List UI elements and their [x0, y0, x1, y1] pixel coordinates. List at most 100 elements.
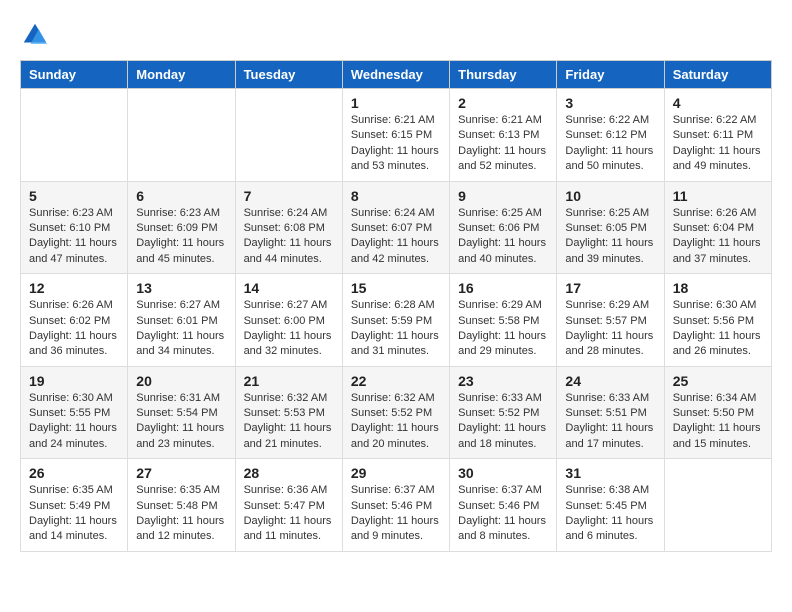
cell-content: Sunrise: 6:32 AM Sunset: 5:53 PM Dayligh…	[244, 391, 334, 453]
calendar-cell: 5 Sunrise: 6:23 AM Sunset: 6:10 PM Daylig…	[21, 181, 128, 274]
day-number: 26	[29, 465, 119, 481]
cell-content: Sunrise: 6:29 AM Sunset: 5:57 PM Dayligh…	[565, 298, 655, 360]
calendar-cell: 27 Sunrise: 6:35 AM Sunset: 5:48 PM Dayli…	[128, 459, 235, 552]
calendar-cell: 7Sunrise: 6:24 AM Sunset: 6:08 PM Daylig…	[235, 181, 342, 274]
day-number: 31	[565, 465, 655, 481]
cell-content: Sunrise: 6:35 AM Sunset: 5:48 PM Dayligh…	[136, 483, 226, 545]
cell-content: Sunrise: 6:35 AM Sunset: 5:49 PM Dayligh…	[29, 483, 119, 545]
cell-content: Sunrise: 6:25 AM Sunset: 6:05 PM Dayligh…	[565, 206, 655, 268]
calendar-cell: 17 Sunrise: 6:29 AM Sunset: 5:57 PM Dayli…	[557, 274, 664, 367]
cell-content: Sunrise: 6:31 AM Sunset: 5:54 PM Dayligh…	[136, 391, 226, 453]
calendar-cell: 6Sunrise: 6:23 AM Sunset: 6:09 PM Daylig…	[128, 181, 235, 274]
calendar-cell: 13Sunrise: 6:27 AM Sunset: 6:01 PM Dayli…	[128, 274, 235, 367]
cell-content: Sunrise: 6:38 AM Sunset: 5:45 PM Dayligh…	[565, 483, 655, 545]
calendar-cell: 4 Sunrise: 6:22 AM Sunset: 6:11 PM Daylig…	[664, 89, 771, 182]
week-row-1: 1Sunrise: 6:21 AM Sunset: 6:15 PM Daylig…	[21, 89, 772, 182]
calendar-cell: 18 Sunrise: 6:30 AM Sunset: 5:56 PM Dayli…	[664, 274, 771, 367]
day-number: 27	[136, 465, 226, 481]
day-number: 14	[244, 280, 334, 296]
day-number: 3	[565, 95, 655, 111]
cell-content: Sunrise: 6:37 AM Sunset: 5:46 PM Dayligh…	[351, 483, 441, 545]
weekday-header-tuesday: Tuesday	[235, 61, 342, 89]
calendar-cell	[128, 89, 235, 182]
cell-content: Sunrise: 6:28 AM Sunset: 5:59 PM Dayligh…	[351, 298, 441, 360]
day-number: 24	[565, 373, 655, 389]
cell-content: Sunrise: 6:34 AM Sunset: 5:50 PM Dayligh…	[673, 391, 763, 453]
week-row-4: 19 Sunrise: 6:30 AM Sunset: 5:55 PM Dayli…	[21, 366, 772, 459]
cell-content: Sunrise: 6:21 AM Sunset: 6:13 PM Dayligh…	[458, 113, 548, 175]
cell-content: Sunrise: 6:27 AM Sunset: 6:00 PM Dayligh…	[244, 298, 334, 360]
calendar-cell: 20 Sunrise: 6:31 AM Sunset: 5:54 PM Dayli…	[128, 366, 235, 459]
calendar-cell: 31 Sunrise: 6:38 AM Sunset: 5:45 PM Dayli…	[557, 459, 664, 552]
cell-content: Sunrise: 6:26 AM Sunset: 6:02 PM Dayligh…	[29, 298, 119, 360]
day-number: 20	[136, 373, 226, 389]
logo-icon	[20, 20, 50, 50]
calendar-cell: 16 Sunrise: 6:29 AM Sunset: 5:58 PM Dayli…	[450, 274, 557, 367]
day-number: 5	[29, 188, 119, 204]
cell-content: Sunrise: 6:33 AM Sunset: 5:51 PM Dayligh…	[565, 391, 655, 453]
calendar-cell: 19 Sunrise: 6:30 AM Sunset: 5:55 PM Dayli…	[21, 366, 128, 459]
cell-content: Sunrise: 6:29 AM Sunset: 5:58 PM Dayligh…	[458, 298, 548, 360]
calendar-cell: 30 Sunrise: 6:37 AM Sunset: 5:46 PM Dayli…	[450, 459, 557, 552]
cell-content: Sunrise: 6:36 AM Sunset: 5:47 PM Dayligh…	[244, 483, 334, 545]
cell-content: Sunrise: 6:30 AM Sunset: 5:55 PM Dayligh…	[29, 391, 119, 453]
weekday-header-saturday: Saturday	[664, 61, 771, 89]
week-row-5: 26 Sunrise: 6:35 AM Sunset: 5:49 PM Dayli…	[21, 459, 772, 552]
weekday-header-friday: Friday	[557, 61, 664, 89]
calendar-cell: 14 Sunrise: 6:27 AM Sunset: 6:00 PM Dayli…	[235, 274, 342, 367]
calendar-cell: 21 Sunrise: 6:32 AM Sunset: 5:53 PM Dayli…	[235, 366, 342, 459]
calendar-cell: 2 Sunrise: 6:21 AM Sunset: 6:13 PM Daylig…	[450, 89, 557, 182]
calendar-cell: 22Sunrise: 6:32 AM Sunset: 5:52 PM Dayli…	[342, 366, 449, 459]
cell-content: Sunrise: 6:30 AM Sunset: 5:56 PM Dayligh…	[673, 298, 763, 360]
cell-content: Sunrise: 6:26 AM Sunset: 6:04 PM Dayligh…	[673, 206, 763, 268]
day-number: 12	[29, 280, 119, 296]
calendar-cell: 15Sunrise: 6:28 AM Sunset: 5:59 PM Dayli…	[342, 274, 449, 367]
week-row-3: 12 Sunrise: 6:26 AM Sunset: 6:02 PM Dayli…	[21, 274, 772, 367]
calendar-cell	[664, 459, 771, 552]
day-number: 8	[351, 188, 441, 204]
calendar-cell	[235, 89, 342, 182]
page-header	[20, 20, 772, 50]
day-number: 28	[244, 465, 334, 481]
day-number: 30	[458, 465, 548, 481]
cell-content: Sunrise: 6:24 AM Sunset: 6:08 PM Dayligh…	[244, 206, 334, 268]
day-number: 16	[458, 280, 548, 296]
day-number: 18	[673, 280, 763, 296]
cell-content: Sunrise: 6:22 AM Sunset: 6:11 PM Dayligh…	[673, 113, 763, 175]
day-number: 2	[458, 95, 548, 111]
calendar-cell: 8 Sunrise: 6:24 AM Sunset: 6:07 PM Daylig…	[342, 181, 449, 274]
day-number: 29	[351, 465, 441, 481]
calendar-cell: 28 Sunrise: 6:36 AM Sunset: 5:47 PM Dayli…	[235, 459, 342, 552]
calendar-cell: 11 Sunrise: 6:26 AM Sunset: 6:04 PM Dayli…	[664, 181, 771, 274]
calendar-cell: 9 Sunrise: 6:25 AM Sunset: 6:06 PM Daylig…	[450, 181, 557, 274]
calendar-cell: 25Sunrise: 6:34 AM Sunset: 5:50 PM Dayli…	[664, 366, 771, 459]
day-number: 22	[351, 373, 441, 389]
calendar-cell: 1Sunrise: 6:21 AM Sunset: 6:15 PM Daylig…	[342, 89, 449, 182]
calendar-table: SundayMondayTuesdayWednesdayThursdayFrid…	[20, 60, 772, 552]
day-number: 17	[565, 280, 655, 296]
calendar-cell: 26 Sunrise: 6:35 AM Sunset: 5:49 PM Dayli…	[21, 459, 128, 552]
day-number: 9	[458, 188, 548, 204]
calendar-cell: 3Sunrise: 6:22 AM Sunset: 6:12 PM Daylig…	[557, 89, 664, 182]
cell-content: Sunrise: 6:27 AM Sunset: 6:01 PM Dayligh…	[136, 298, 226, 360]
day-number: 4	[673, 95, 763, 111]
day-number: 21	[244, 373, 334, 389]
calendar-cell: 12 Sunrise: 6:26 AM Sunset: 6:02 PM Dayli…	[21, 274, 128, 367]
day-number: 19	[29, 373, 119, 389]
weekday-header-row: SundayMondayTuesdayWednesdayThursdayFrid…	[21, 61, 772, 89]
day-number: 1	[351, 95, 441, 111]
cell-content: Sunrise: 6:23 AM Sunset: 6:10 PM Dayligh…	[29, 206, 119, 268]
day-number: 6	[136, 188, 226, 204]
cell-content: Sunrise: 6:25 AM Sunset: 6:06 PM Dayligh…	[458, 206, 548, 268]
logo	[20, 20, 54, 50]
calendar-cell: 29 Sunrise: 6:37 AM Sunset: 5:46 PM Dayli…	[342, 459, 449, 552]
weekday-header-sunday: Sunday	[21, 61, 128, 89]
day-number: 10	[565, 188, 655, 204]
cell-content: Sunrise: 6:37 AM Sunset: 5:46 PM Dayligh…	[458, 483, 548, 545]
cell-content: Sunrise: 6:24 AM Sunset: 6:07 PM Dayligh…	[351, 206, 441, 268]
day-number: 11	[673, 188, 763, 204]
cell-content: Sunrise: 6:33 AM Sunset: 5:52 PM Dayligh…	[458, 391, 548, 453]
day-number: 23	[458, 373, 548, 389]
calendar-cell: 10 Sunrise: 6:25 AM Sunset: 6:05 PM Dayli…	[557, 181, 664, 274]
weekday-header-thursday: Thursday	[450, 61, 557, 89]
